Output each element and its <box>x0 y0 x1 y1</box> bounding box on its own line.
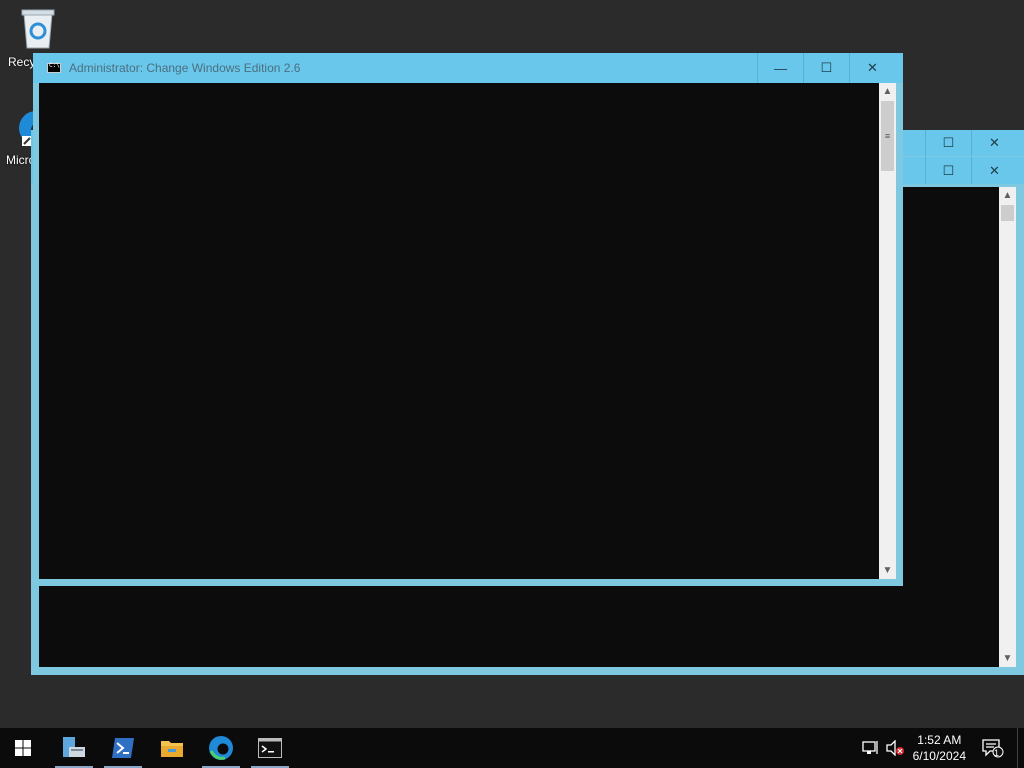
maximize-button[interactable]: ☐ <box>803 53 849 83</box>
taskbar-file-explorer[interactable] <box>149 728 195 768</box>
taskbar-server-manager[interactable] <box>51 728 97 768</box>
action-center-button[interactable]: 1 <box>978 728 1008 768</box>
recycle-bin-icon <box>21 9 55 49</box>
file-explorer-icon <box>161 741 183 757</box>
start-button[interactable] <box>0 728 46 768</box>
scroll-up-arrow-icon[interactable]: ▲ <box>879 83 896 100</box>
back-window-close-button-2[interactable]: ✕ <box>971 157 1017 184</box>
maximize-icon: ☐ <box>942 162 955 178</box>
vertical-scrollbar[interactable]: ▲ ≡ ▼ <box>879 83 896 579</box>
maximize-icon: ☐ <box>820 60 833 75</box>
scroll-down-arrow-icon[interactable]: ▼ <box>879 562 896 579</box>
command-prompt-icon <box>258 738 282 758</box>
taskbar-edge[interactable] <box>198 728 244 768</box>
scrollbar-thumb[interactable] <box>1001 205 1014 221</box>
scrollbar-thumb[interactable]: ≡ <box>881 101 894 171</box>
notification-icon <box>982 739 1004 758</box>
taskbar-command-prompt[interactable] <box>247 728 293 768</box>
close-icon: ✕ <box>867 60 878 75</box>
volume-tray-button[interactable] <box>884 728 906 768</box>
back-window-maximize-button-2[interactable]: ☐ <box>925 157 971 184</box>
show-desktop-button[interactable] <box>1017 728 1024 768</box>
scroll-up-arrow-icon[interactable]: ▲ <box>999 187 1016 204</box>
edge-label: Microsoft Edge <box>6 153 32 167</box>
back-vertical-scrollbar[interactable]: ▲ ▼ <box>999 187 1016 667</box>
console-area[interactable] <box>39 83 879 579</box>
notification-count-badge: 1 <box>994 748 1000 758</box>
window-title: Administrator: Change Windows Edition 2.… <box>69 61 301 75</box>
front-console-window[interactable]: Administrator: Change Windows Edition 2.… <box>33 53 903 586</box>
close-icon: ✕ <box>989 135 1000 150</box>
cmd-icon <box>47 62 61 73</box>
scroll-down-arrow-icon[interactable]: ▼ <box>999 650 1016 667</box>
network-icon <box>862 741 878 754</box>
taskbar: 1:52 AM 6/10/2024 1 <box>0 728 1024 768</box>
minimize-icon: — <box>774 60 787 76</box>
taskbar-clock[interactable]: 1:52 AM 6/10/2024 <box>913 732 966 764</box>
edge-icon <box>209 736 233 760</box>
volume-muted-icon <box>886 740 904 756</box>
powershell-icon <box>112 738 134 758</box>
close-icon: ✕ <box>989 162 1000 178</box>
close-button[interactable]: ✕ <box>849 53 895 83</box>
clock-time: 1:52 AM <box>917 733 962 747</box>
clock-date: 6/10/2024 <box>912 749 966 763</box>
back-window-maximize-button[interactable]: ☐ <box>925 130 971 156</box>
network-tray-button[interactable] <box>860 728 882 768</box>
minimize-button[interactable]: — <box>757 53 803 83</box>
maximize-icon: ☐ <box>942 135 955 150</box>
front-window-titlebar[interactable]: Administrator: Change Windows Edition 2.… <box>33 53 903 83</box>
start-icon <box>15 740 31 756</box>
back-window-close-button[interactable]: ✕ <box>971 130 1017 156</box>
taskbar-powershell[interactable] <box>100 728 146 768</box>
server-manager-icon <box>63 737 85 757</box>
